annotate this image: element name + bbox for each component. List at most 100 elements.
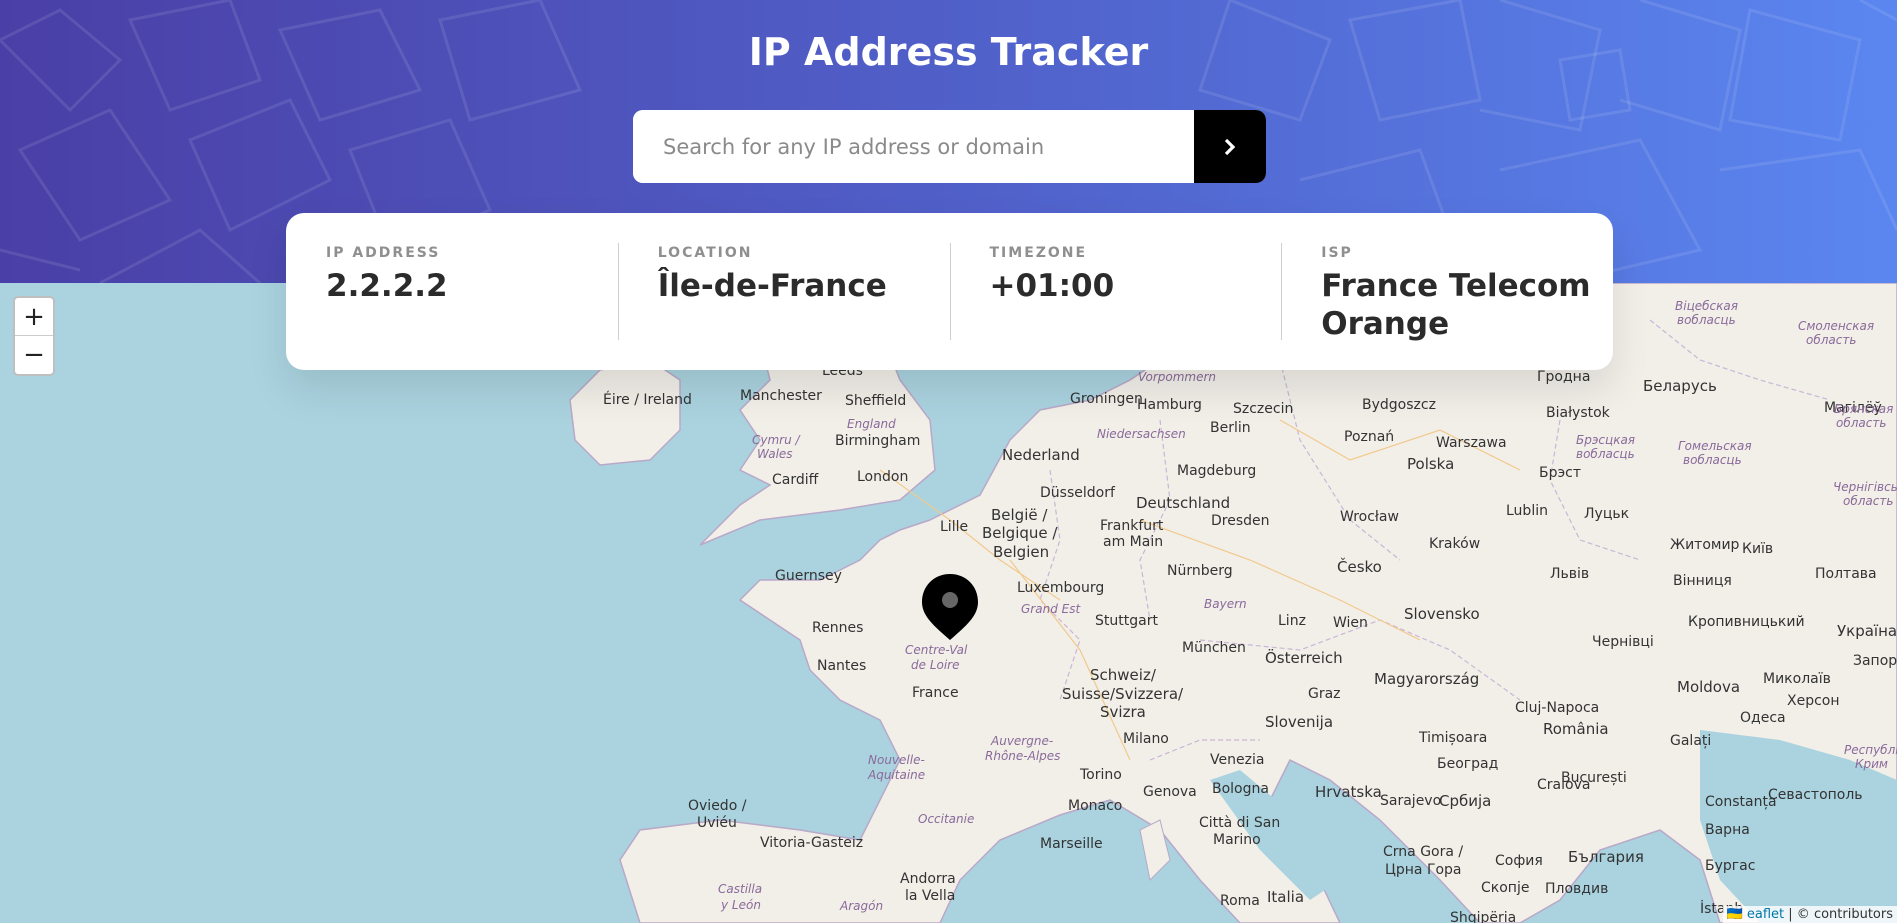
map-label: Linz [1278,613,1306,629]
map-label: Niedersachsen [1097,427,1186,441]
map-label: Полтава [1815,566,1877,582]
map-label: Slovensko [1404,605,1480,623]
map-label: Республіка [1844,743,1897,757]
map-label: Birmingham [835,433,920,449]
map-label: Uviéu [697,815,737,831]
map-label: Wien [1333,615,1368,631]
map-label: вобласць [1576,447,1635,461]
map-label: Città di San [1199,815,1280,831]
zoom-control: + − [13,296,55,376]
map-label: Andorra [900,871,956,887]
map-label: Centre-Val [905,643,968,657]
map-label: Groningen [1070,391,1143,407]
map-view[interactable]: Éire / Ireland Leeds Manchester Sheffiel… [0,283,1897,923]
search-input[interactable] [633,110,1194,183]
map-label: Auvergne- [990,734,1053,748]
map-label: Occitanie [918,812,974,826]
map-label: Italia [1267,888,1304,906]
map-label: Београд [1437,756,1498,772]
map-label: Житомир [1670,537,1740,553]
map-label: вобласць [1683,453,1742,467]
map-label: Sheffield [845,393,906,409]
map-label: Брэст [1539,465,1581,481]
map-attribution: 🇺🇦 eaflet | © contributors [1722,906,1897,923]
ip-address-label: IP ADDRESS [326,245,441,261]
map-label: London [857,469,908,485]
map-label: Constanța [1705,794,1777,810]
map-label: Oviedo / [688,798,747,814]
map-label: Україна [1837,622,1897,640]
search-bar [633,110,1266,183]
isp-label: ISP [1321,245,1353,261]
map-label: Belgien [993,543,1049,561]
leaflet-link[interactable]: eaflet [1747,907,1784,922]
map-label: Éire / Ireland [603,391,692,408]
map-label: Lille [940,519,968,535]
map-label: область [1806,333,1856,347]
map-label: Stuttgart [1095,613,1158,629]
chevron-right-icon [1224,138,1236,155]
map-label: Genova [1143,784,1197,800]
map-label: Roma [1220,893,1260,909]
map-label: Беларусь [1643,377,1717,395]
map-label: Гродна [1537,369,1590,385]
map-label: Миколаїв [1763,671,1831,687]
map-label: България [1568,848,1644,866]
attribution-text: | © contributors [1788,907,1893,922]
zoom-out-button[interactable]: − [15,335,53,373]
zoom-in-button[interactable]: + [15,298,53,335]
map-label: München [1182,640,1246,656]
map-label: Vorpommern [1138,370,1216,384]
map-label: Moldova [1677,678,1740,696]
map-label: France [912,685,959,701]
map-label: Luxembourg [1017,580,1104,596]
map-label: Craiova [1537,777,1590,793]
map-label: Slovenija [1265,713,1333,731]
map-label: Hamburg [1137,397,1202,413]
location-value: Île-de-France [657,268,887,304]
timezone-label: TIMEZONE [989,245,1088,261]
map-label: вобласць [1677,313,1736,327]
map-label: Пловдив [1545,881,1608,897]
map-label: Київ [1742,541,1773,557]
map-label: Grand Est [1021,602,1081,616]
map-label: Castilla [718,882,762,896]
map-label: Hrvatska [1315,783,1382,801]
map-label: Crna Gora / [1383,844,1463,860]
map-label: Србија [1439,792,1491,810]
map-label: Deutschland [1136,494,1230,512]
map-label: Віцебская [1675,299,1738,313]
map-label: Црна Гора [1385,862,1462,878]
search-submit-button[interactable] [1194,110,1266,183]
map-label: Vitoria-Gasteiz [760,835,863,851]
map-label: la Vella [905,888,955,904]
map-label: Wales [757,447,793,461]
map-label: Torino [1079,767,1122,783]
map-label: Кропивницький [1688,614,1805,630]
location-label: LOCATION [657,245,753,261]
map-label: Варна [1705,822,1750,838]
map-label: Чернігівська [1833,480,1897,494]
map-label: Брянская [1834,402,1893,416]
map-label: Düsseldorf [1040,485,1116,501]
map-label: область [1843,494,1893,508]
map-label: Warszawa [1436,435,1507,451]
timezone-value: +01:00 [989,268,1115,304]
map-label: Sarajevo [1380,793,1441,809]
map-label: België / [991,506,1048,524]
map-label: Скопје [1481,880,1529,896]
isp-section: ISP France Telecom Orange [1281,213,1613,370]
map-label: Cluj-Napoca [1515,700,1599,716]
map-label: Вінниця [1673,573,1732,589]
map-label: область [1836,416,1886,430]
map-label: England [847,417,896,431]
map-label: Frankfurt [1100,518,1164,534]
location-pin-icon[interactable] [920,572,980,642]
map-label: Timișoara [1418,730,1487,746]
map-label: Białystok [1546,405,1611,421]
ip-info-card: IP ADDRESS 2.2.2.2 LOCATION Île-de-Franc… [286,213,1613,370]
map-label: Aquitaine [867,768,925,782]
ip-address-value: 2.2.2.2 [326,268,448,304]
map-label: Запорі [1853,653,1897,669]
location-section: LOCATION Île-de-France [617,213,950,370]
